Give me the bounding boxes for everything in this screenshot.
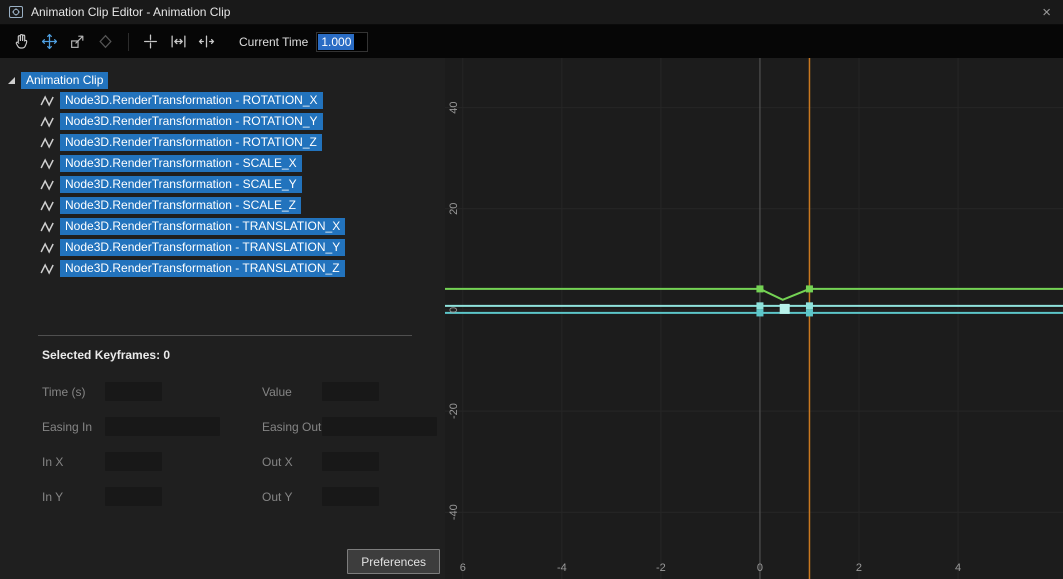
expander-icon[interactable]	[8, 77, 15, 84]
current-time-value: 1.000	[318, 34, 354, 50]
selected-keyframes-label: Selected Keyframes:	[42, 348, 160, 362]
easing-out-input[interactable]	[322, 417, 437, 436]
tree-item-label: Node3D.RenderTransformation - ROTATION_Y	[60, 113, 323, 130]
easing-out-label: Easing Out	[262, 420, 322, 434]
out-x-input[interactable]	[322, 452, 379, 471]
tree-item[interactable]: Node3D.RenderTransformation - ROTATION_X	[0, 90, 445, 111]
in-y-input[interactable]	[105, 487, 162, 506]
animation-clip-editor-window: Animation Clip Editor - Animation Clip ×	[0, 0, 1063, 579]
curve-icon	[40, 199, 56, 213]
out-y-input[interactable]	[322, 487, 379, 506]
tree-item[interactable]: Node3D.RenderTransformation - ROTATION_Z	[0, 132, 445, 153]
svg-text:0: 0	[757, 562, 763, 574]
curve-icon	[40, 241, 56, 255]
add-keyframe-icon[interactable]	[92, 29, 118, 55]
out-y-label: Out Y	[262, 490, 322, 504]
keyframe-fields: Time (s) Value Easing In Easing Out In X Out …	[42, 382, 433, 506]
panel-divider	[38, 335, 412, 336]
tree-item-label: Node3D.RenderTransformation - ROTATION_X	[60, 92, 323, 109]
curve-icon	[40, 157, 56, 171]
fit-width-icon[interactable]	[165, 29, 191, 55]
scale-tool-icon[interactable]	[64, 29, 90, 55]
in-x-label: In X	[42, 455, 105, 469]
in-x-input[interactable]	[105, 452, 162, 471]
fit-selection-icon[interactable]	[193, 29, 219, 55]
out-x-label: Out X	[262, 455, 322, 469]
easing-in-label: Easing In	[42, 420, 105, 434]
in-y-label: In Y	[42, 490, 105, 504]
toolbar: Current Time 1.000	[0, 25, 1063, 58]
tree-item[interactable]: Node3D.RenderTransformation - TRANSLATIO…	[0, 216, 445, 237]
selected-keyframes-count: 0	[163, 348, 170, 362]
window-title: Animation Clip Editor - Animation Clip	[31, 5, 230, 19]
left-panel: Animation Clip Node3D.RenderTransformati…	[0, 58, 445, 579]
tree-root-label: Animation Clip	[21, 72, 108, 89]
tree-item-label: Node3D.RenderTransformation - SCALE_Y	[60, 176, 302, 193]
curve-icon	[40, 136, 56, 150]
value-label: Value	[262, 385, 322, 399]
curve-editor: 6-4-202440200-20-40	[445, 58, 1063, 579]
titlebar: Animation Clip Editor - Animation Clip ×	[0, 0, 1063, 25]
close-icon[interactable]: ×	[1038, 5, 1055, 20]
curve-icon	[40, 115, 56, 129]
tree-item-label: Node3D.RenderTransformation - TRANSLATIO…	[60, 239, 345, 256]
tree-item[interactable]: Node3D.RenderTransformation - TRANSLATIO…	[0, 237, 445, 258]
preferences-button[interactable]: Preferences	[347, 549, 440, 574]
time-s-label: Time (s)	[42, 385, 105, 399]
svg-text:-4: -4	[557, 562, 567, 574]
tree-items: Node3D.RenderTransformation - ROTATION_X…	[0, 90, 445, 279]
svg-text:20: 20	[448, 203, 460, 215]
animation-clip-editor-icon	[8, 4, 24, 20]
curve-icon	[40, 262, 56, 276]
svg-text:-2: -2	[656, 562, 666, 574]
selected-keyframes-text: Selected Keyframes: 0	[42, 348, 445, 362]
easing-in-input[interactable]	[105, 417, 220, 436]
tree-root-item[interactable]: Animation Clip	[0, 70, 445, 90]
current-time-input[interactable]: 1.000	[316, 32, 368, 52]
current-time-label: Current Time	[239, 35, 308, 49]
tree-item[interactable]: Node3D.RenderTransformation - TRANSLATIO…	[0, 258, 445, 279]
curve-icon	[40, 220, 56, 234]
animation-tree: Animation Clip Node3D.RenderTransformati…	[0, 58, 445, 279]
curve-icon	[40, 94, 56, 108]
svg-text:6: 6	[460, 562, 466, 574]
svg-text:40: 40	[448, 101, 460, 113]
tree-item[interactable]: Node3D.RenderTransformation - SCALE_Z	[0, 195, 445, 216]
svg-text:-40: -40	[448, 504, 460, 520]
curve-editor-canvas[interactable]: 6-4-202440200-20-40	[445, 58, 1063, 579]
tree-item-label: Node3D.RenderTransformation - TRANSLATIO…	[60, 260, 345, 277]
tree-item[interactable]: Node3D.RenderTransformation - ROTATION_Y	[0, 111, 445, 132]
value-input[interactable]	[322, 382, 379, 401]
tree-item[interactable]: Node3D.RenderTransformation - SCALE_Y	[0, 174, 445, 195]
tree-item-label: Node3D.RenderTransformation - SCALE_X	[60, 155, 302, 172]
svg-text:-20: -20	[448, 403, 460, 419]
pan-tool-icon[interactable]	[8, 29, 34, 55]
svg-text:4: 4	[955, 562, 961, 574]
svg-text:2: 2	[856, 562, 862, 574]
tree-item-label: Node3D.RenderTransformation - TRANSLATIO…	[60, 218, 345, 235]
tree-item-label: Node3D.RenderTransformation - SCALE_Z	[60, 197, 301, 214]
toolbar-separator	[128, 33, 129, 51]
move-tool-icon[interactable]	[36, 29, 62, 55]
time-s-input[interactable]	[105, 382, 162, 401]
svg-text:0: 0	[448, 307, 460, 313]
tree-item-label: Node3D.RenderTransformation - ROTATION_Z	[60, 134, 322, 151]
curve-icon	[40, 178, 56, 192]
tree-item[interactable]: Node3D.RenderTransformation - SCALE_X	[0, 153, 445, 174]
center-playhead-icon[interactable]	[137, 29, 163, 55]
